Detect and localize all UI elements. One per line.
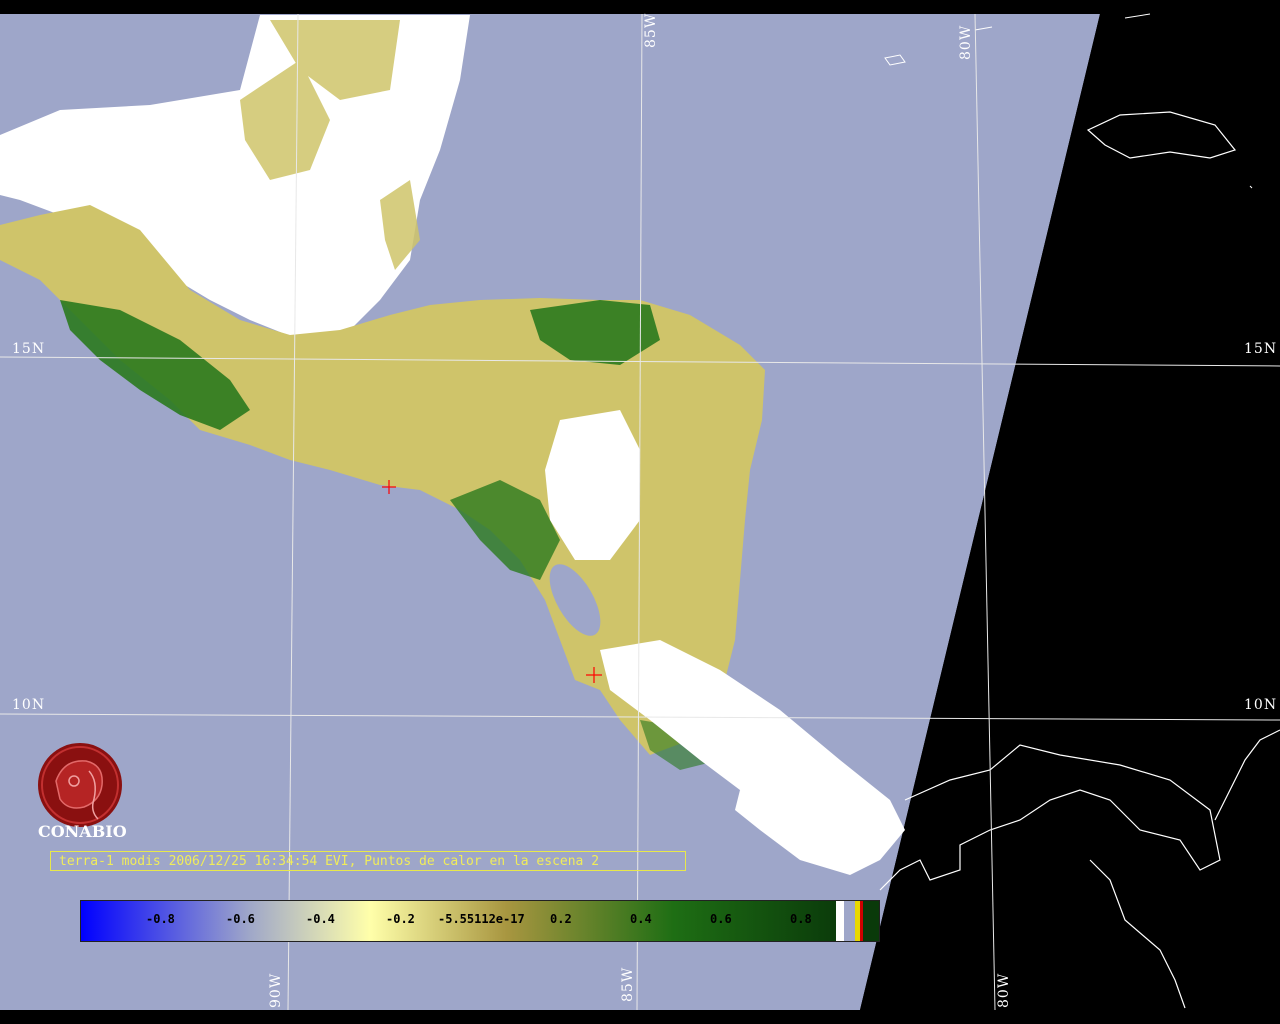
lat-label-10n-left: 10N: [12, 697, 46, 713]
lat-label-15n-left: 15N: [12, 341, 46, 357]
colorbar-tick-label: -5.55112e-17: [438, 912, 525, 926]
colorbar-tick-label: -0.4: [306, 912, 335, 926]
colorbar-tick-label: 0.4: [630, 912, 652, 926]
lat-label-15n-right: 15N: [1244, 341, 1278, 357]
colorbar-tick-label: 0.8: [790, 912, 812, 926]
scene-caption: terra-1 modis 2006/12/25 16:34:54 EVI, P…: [50, 851, 686, 871]
lon-label-80w-top: 80W: [958, 24, 974, 60]
conabio-logo-text: CONABIO: [38, 822, 127, 841]
colorbar-tick-label: -0.6: [226, 912, 255, 926]
lon-label-85w-top: 85W: [643, 12, 659, 48]
lon-label-80w-bottom: 80W: [996, 972, 1012, 1008]
lon-label-85w-bottom: 85W: [620, 966, 636, 1002]
lat-label-10n-right: 10N: [1244, 697, 1278, 713]
colorbar-tick-label: 0.6: [710, 912, 732, 926]
colorbar-tick-label: -0.8: [146, 912, 175, 926]
top-border: [0, 0, 1280, 14]
colorbar-tick-label: -0.2: [386, 912, 415, 926]
lon-label-90w-bottom: 90W: [268, 972, 284, 1008]
colorbar-tick-label: 0.2: [550, 912, 572, 926]
